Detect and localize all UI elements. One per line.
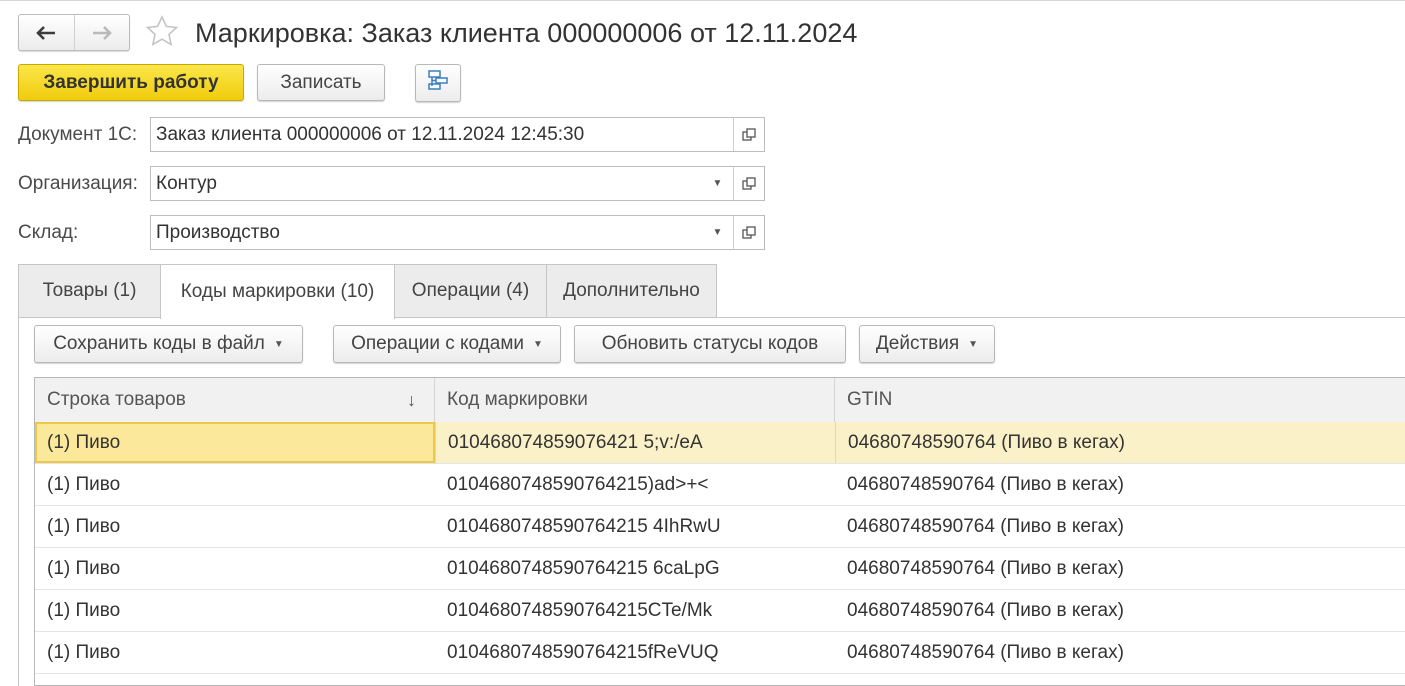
gtin-cell[interactable]: 04680748590764 (Пиво в кегах) [835,506,1405,547]
goods-row-cell[interactable]: (1) Пиво [35,422,435,463]
gtin-cell[interactable]: 04680748590764 (Пиво в кегах) [835,422,1405,463]
finish-work-button[interactable]: Завершить работу [18,64,244,101]
open-link-icon[interactable] [733,118,764,151]
save-button[interactable]: Записать [257,64,385,101]
table-row[interactable]: (1) Пиво 0104680748590764215CTe/Mk 0468074… [35,590,1405,632]
column-header-label: Строка товаров [47,389,186,410]
panel-border [18,317,19,686]
column-header-gtin[interactable]: GTIN [835,378,1405,422]
organization-field[interactable]: Контур ▼ [150,166,765,201]
gtin-cell[interactable]: 04680748590764 (Пиво в кегах) [835,632,1405,673]
dropdown-arrow-icon[interactable]: ▼ [702,216,733,249]
actions-label: Действия [875,333,960,354]
document-field[interactable]: Заказ клиента 000000006 от 12.11.2024 12… [150,117,765,152]
back-arrow-icon[interactable] [19,15,75,50]
favorite-star-icon[interactable] [143,14,181,52]
marking-codes-table: Строка товаров ↓ Код маркировки GTIN (1)… [34,377,1405,686]
tab-goods[interactable]: Товары (1) [18,264,161,317]
document-value: Заказ клиента 000000006 от 12.11.2024 12… [156,123,585,145]
warehouse-label: Склад: [18,222,79,243]
gtin-cell[interactable]: 04680748590764 (Пиво в кегах) [835,548,1405,589]
chevron-down-icon: ▼ [533,338,543,350]
marking-code-cell[interactable]: 0104680748590764215 6caLpG [435,548,835,589]
column-header-marking-code[interactable]: Код маркировки [435,378,835,422]
dropdown-arrow-icon[interactable]: ▼ [702,167,733,200]
organization-label: Организация: [18,173,138,194]
table-header: Строка товаров ↓ Код маркировки GTIN [35,378,1405,423]
warehouse-value: Производство [156,221,280,243]
marking-code-cell[interactable]: 010468074859076421 5;v:/eA [435,422,835,463]
marking-code-cell[interactable]: 0104680748590764215CTe/Mk [435,590,835,631]
actions-button[interactable]: Действия ▼ [859,325,995,363]
goods-row-cell[interactable]: (1) Пиво [35,548,435,589]
tab-additional[interactable]: Дополнительно [546,264,717,317]
marking-code-cell[interactable]: 0104680748590764215)ad>+< [435,464,835,505]
document-label: Документ 1С: [18,124,138,145]
goods-row-cell[interactable]: (1) Пиво [35,590,435,631]
sort-down-icon: ↓ [407,390,416,410]
organization-value: Контур [156,172,217,194]
window-top-edge [0,0,1405,1]
gtin-cell[interactable]: 04680748590764 (Пиво в кегах) [835,464,1405,505]
table-row[interactable]: (1) Пиво 010468074859076421 5;v:/eA 046807… [35,422,1405,464]
warehouse-field[interactable]: Производство ▼ [150,215,765,250]
gtin-cell[interactable]: 04680748590764 (Пиво в кегах) [835,590,1405,631]
save-codes-label: Сохранить коды в файл [53,333,265,354]
table-row[interactable]: (1) Пиво 0104680748590764215 4IhRwU 046807… [35,506,1405,548]
table-row[interactable]: (1) Пиво 0104680748590764215fReVUQ 0468074… [35,632,1405,674]
forward-arrow-icon[interactable] [75,15,130,50]
chevron-down-icon: ▼ [968,338,979,350]
column-header-goods-row[interactable]: Строка товаров ↓ [35,378,435,422]
table-row[interactable]: (1) Пиво 0104680748590764215)ad>+< 0468074… [35,464,1405,506]
code-operations-button[interactable]: Операции с кодами ▼ [333,325,561,363]
chevron-down-icon: ▼ [273,338,284,350]
nav-button-group [18,14,130,51]
document-structure-icon [426,68,450,98]
save-codes-to-file-button[interactable]: Сохранить коды в файл ▼ [34,325,303,363]
marking-code-cell[interactable]: 0104680748590764215 4IhRwU [435,506,835,547]
open-link-icon[interactable] [733,167,764,200]
goods-row-cell[interactable]: (1) Пиво [35,506,435,547]
marking-code-cell[interactable]: 0104680748590764215fReVUQ [435,632,835,673]
goods-row-cell[interactable]: (1) Пиво [35,464,435,505]
document-structure-button[interactable] [415,64,461,102]
table-row[interactable]: (1) Пиво 0104680748590764215 6caLpG 046807… [35,548,1405,590]
code-operations-label: Операции с кодами [351,333,525,354]
goods-row-cell[interactable]: (1) Пиво [35,632,435,673]
tab-marking-codes[interactable]: Коды маркировки (10) [160,264,395,319]
page-title: Маркировка: Заказ клиента 000000006 от 1… [195,18,858,48]
refresh-code-statuses-button[interactable]: Обновить статусы кодов [574,325,846,363]
tab-operations[interactable]: Операции (4) [394,264,547,317]
open-link-icon[interactable] [733,216,764,249]
